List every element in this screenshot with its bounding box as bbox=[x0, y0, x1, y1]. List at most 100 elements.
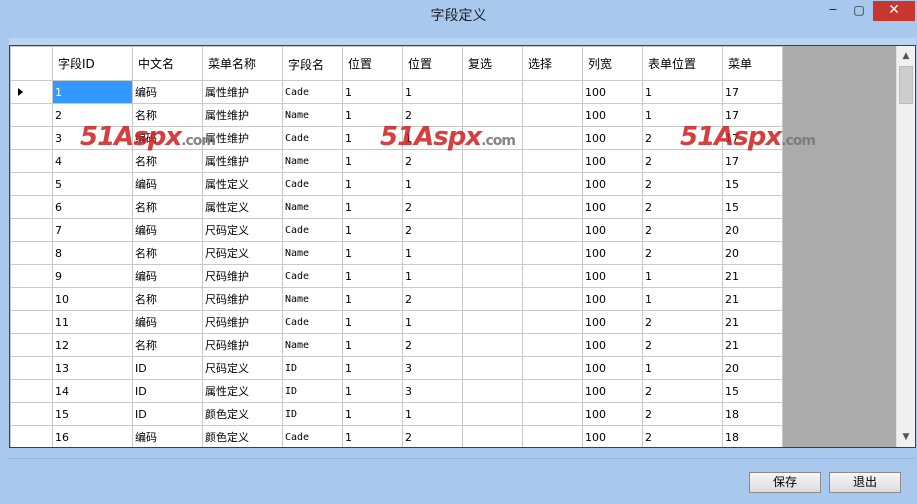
grid-cell[interactable] bbox=[522, 379, 583, 403]
grid-cell[interactable]: 100 bbox=[582, 126, 643, 150]
column-header[interactable]: 菜单名称 bbox=[202, 46, 283, 81]
row-header[interactable] bbox=[10, 310, 53, 334]
grid-cell[interactable]: 2 bbox=[642, 333, 723, 357]
grid-cell[interactable]: ID bbox=[132, 379, 203, 403]
minimize-icon[interactable]: ‒ bbox=[820, 1, 846, 21]
grid-cell[interactable]: 编码 bbox=[132, 172, 203, 196]
grid-cell[interactable]: 1 bbox=[342, 402, 403, 426]
grid-cell[interactable]: 编码 bbox=[132, 126, 203, 150]
table-row[interactable]: 9 编码 尺码维护 Cade 1 1 100 1 21 bbox=[10, 264, 783, 288]
grid-cell[interactable] bbox=[522, 264, 583, 288]
grid-cell[interactable]: 1 bbox=[342, 126, 403, 150]
grid-cell[interactable]: 21 bbox=[722, 287, 783, 311]
scrollbar-thumb[interactable] bbox=[899, 66, 913, 104]
grid-cell[interactable]: 1 bbox=[52, 80, 133, 104]
table-row[interactable]: 2 名称 属性维护 Name 1 2 100 1 17 bbox=[10, 103, 783, 127]
grid-cell[interactable] bbox=[462, 287, 523, 311]
row-header[interactable] bbox=[10, 241, 53, 265]
grid-cell[interactable]: 17 bbox=[722, 80, 783, 104]
table-row[interactable]: 16 编码 颜色定义 Cade 1 2 100 2 18 bbox=[10, 425, 783, 447]
grid-cell[interactable] bbox=[462, 149, 523, 173]
grid-cell[interactable] bbox=[462, 356, 523, 380]
field-grid[interactable]: 字段ID 中文名 菜单名称 字段名 位置 位置 复选 选择 列宽 表单位置 菜单 1 编码 属性维护 Ca… bbox=[9, 45, 916, 448]
grid-cell[interactable]: 100 bbox=[582, 333, 643, 357]
grid-cell[interactable]: 13 bbox=[52, 356, 133, 380]
grid-cell[interactable]: 2 bbox=[642, 425, 723, 447]
grid-cell[interactable]: 3 bbox=[402, 379, 463, 403]
grid-cell[interactable]: 1 bbox=[342, 195, 403, 219]
grid-cell[interactable]: Name bbox=[282, 241, 343, 265]
grid-cell[interactable]: 15 bbox=[722, 195, 783, 219]
grid-cell[interactable]: 100 bbox=[582, 218, 643, 242]
column-header[interactable]: 菜单 bbox=[722, 46, 783, 81]
grid-cell[interactable]: 100 bbox=[582, 425, 643, 447]
grid-cell[interactable]: ID bbox=[282, 379, 343, 403]
grid-cell[interactable]: 1 bbox=[342, 287, 403, 311]
grid-cell[interactable]: Cade bbox=[282, 425, 343, 447]
grid-cell[interactable]: 颜色定义 bbox=[202, 425, 283, 447]
table-row[interactable]: 8 名称 尺码定义 Name 1 1 100 2 20 bbox=[10, 241, 783, 265]
column-header[interactable]: 位置 bbox=[342, 46, 403, 81]
grid-cell[interactable]: 100 bbox=[582, 103, 643, 127]
grid-cell[interactable]: 1 bbox=[642, 80, 723, 104]
vertical-scrollbar[interactable]: ▲ ▼ bbox=[896, 46, 915, 447]
grid-cell[interactable]: 1 bbox=[642, 103, 723, 127]
row-header[interactable] bbox=[10, 126, 53, 150]
grid-cell[interactable]: 2 bbox=[402, 333, 463, 357]
grid-cell[interactable] bbox=[522, 80, 583, 104]
grid-cell[interactable]: 1 bbox=[342, 103, 403, 127]
scroll-down-icon[interactable]: ▼ bbox=[897, 429, 915, 445]
grid-cell[interactable] bbox=[462, 172, 523, 196]
grid-cell[interactable]: Name bbox=[282, 149, 343, 173]
grid-cell[interactable] bbox=[462, 402, 523, 426]
grid-cell[interactable]: 尺码维护 bbox=[202, 287, 283, 311]
grid-cell[interactable]: 1 bbox=[342, 356, 403, 380]
grid-cell[interactable]: 属性维护 bbox=[202, 103, 283, 127]
grid-cell[interactable] bbox=[462, 80, 523, 104]
grid-cell[interactable]: 2 bbox=[642, 241, 723, 265]
grid-cell[interactable]: 编码 bbox=[132, 80, 203, 104]
grid-cell[interactable] bbox=[462, 103, 523, 127]
grid-cell[interactable]: 1 bbox=[342, 172, 403, 196]
row-header[interactable] bbox=[10, 195, 53, 219]
grid-cell[interactable] bbox=[522, 218, 583, 242]
column-header[interactable]: 表单位置 bbox=[642, 46, 723, 81]
grid-cell[interactable]: 名称 bbox=[132, 195, 203, 219]
grid-cell[interactable]: ID bbox=[132, 402, 203, 426]
maximize-icon[interactable]: ▢ bbox=[846, 1, 872, 21]
row-header[interactable] bbox=[10, 287, 53, 311]
grid-cell[interactable]: 10 bbox=[52, 287, 133, 311]
grid-cell[interactable]: 8 bbox=[52, 241, 133, 265]
grid-cell[interactable]: 2 bbox=[642, 126, 723, 150]
grid-cell[interactable] bbox=[522, 310, 583, 334]
grid-cell[interactable]: 17 bbox=[722, 103, 783, 127]
grid-cell[interactable] bbox=[522, 333, 583, 357]
grid-cell[interactable]: 100 bbox=[582, 172, 643, 196]
grid-cell[interactable]: 100 bbox=[582, 80, 643, 104]
grid-cell[interactable]: Cade bbox=[282, 264, 343, 288]
grid-cell[interactable]: 尺码定义 bbox=[202, 356, 283, 380]
grid-cell[interactable]: 100 bbox=[582, 379, 643, 403]
column-header[interactable]: 位置 bbox=[402, 46, 463, 81]
grid-cell[interactable] bbox=[522, 172, 583, 196]
grid-cell[interactable]: Cade bbox=[282, 126, 343, 150]
grid-cell[interactable]: 1 bbox=[342, 218, 403, 242]
grid-cell[interactable]: ID bbox=[282, 356, 343, 380]
grid-cell[interactable] bbox=[522, 287, 583, 311]
grid-cell[interactable]: 3 bbox=[402, 356, 463, 380]
grid-cell[interactable]: 1 bbox=[642, 287, 723, 311]
table-row[interactable]: 4 名称 属性维护 Name 1 2 100 2 17 bbox=[10, 149, 783, 173]
table-row[interactable]: 3 编码 属性维护 Cade 1 1 100 2 17 bbox=[10, 126, 783, 150]
row-header[interactable] bbox=[10, 103, 53, 127]
grid-cell[interactable]: 100 bbox=[582, 195, 643, 219]
row-header[interactable] bbox=[10, 425, 53, 447]
grid-cell[interactable]: 15 bbox=[52, 402, 133, 426]
grid-cell[interactable]: 尺码维护 bbox=[202, 264, 283, 288]
grid-cell[interactable]: 编码 bbox=[132, 425, 203, 447]
grid-cell[interactable] bbox=[462, 126, 523, 150]
grid-cell[interactable]: 尺码维护 bbox=[202, 333, 283, 357]
grid-cell[interactable]: 2 bbox=[402, 195, 463, 219]
grid-cell[interactable]: 18 bbox=[722, 402, 783, 426]
grid-cell[interactable]: 2 bbox=[642, 310, 723, 334]
close-icon[interactable]: ✕ bbox=[873, 1, 915, 21]
